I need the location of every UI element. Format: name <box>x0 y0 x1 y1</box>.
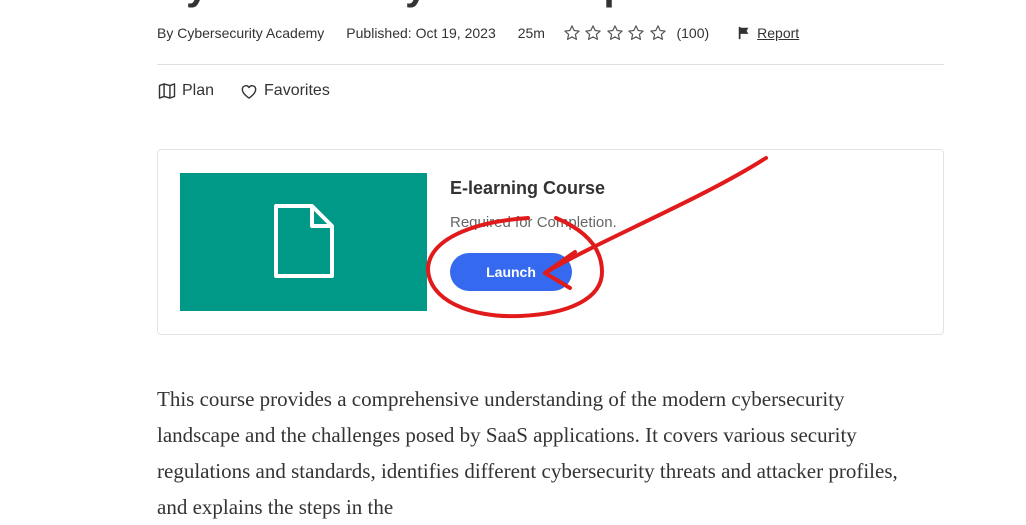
completion-requirement: Required for Completion. <box>450 214 617 231</box>
launch-button[interactable]: Launch <box>450 253 572 291</box>
duration: 25m <box>517 25 545 41</box>
heart-icon <box>241 85 257 99</box>
star-icon <box>585 25 602 40</box>
published-date: Published: Oct 19, 2023 <box>346 25 496 41</box>
author: By Cybersecurity Academy <box>157 25 325 41</box>
rating-stars <box>563 24 671 42</box>
plan-button[interactable]: Plan <box>157 81 214 101</box>
course-meta: By Cybersecurity Academy Published: Oct … <box>157 24 799 42</box>
report-label: Report <box>757 25 800 41</box>
course-thumbnail <box>180 173 427 311</box>
rating-count: (100) <box>676 25 710 41</box>
star-icon <box>628 25 645 40</box>
divider <box>157 64 944 65</box>
star-icon <box>607 25 623 40</box>
plan-label: Plan <box>182 82 215 99</box>
star-icon <box>650 25 666 40</box>
favorites-button[interactable]: Favorites <box>239 81 330 101</box>
star-icon <box>564 25 580 40</box>
course-content-card: E-learning Course Required for Completio… <box>157 149 944 335</box>
course-actions: Plan Favorites <box>157 79 355 103</box>
report-link[interactable]: Report <box>737 25 799 41</box>
course-description: This course provides a comprehensive und… <box>157 387 898 519</box>
content-type-title: E-learning Course <box>450 178 606 198</box>
course-title: Cybersecurity Landscape <box>157 0 651 9</box>
favorites-label: Favorites <box>264 82 330 99</box>
document-icon <box>274 204 334 278</box>
map-icon <box>158 83 176 99</box>
flag-icon <box>738 26 749 40</box>
